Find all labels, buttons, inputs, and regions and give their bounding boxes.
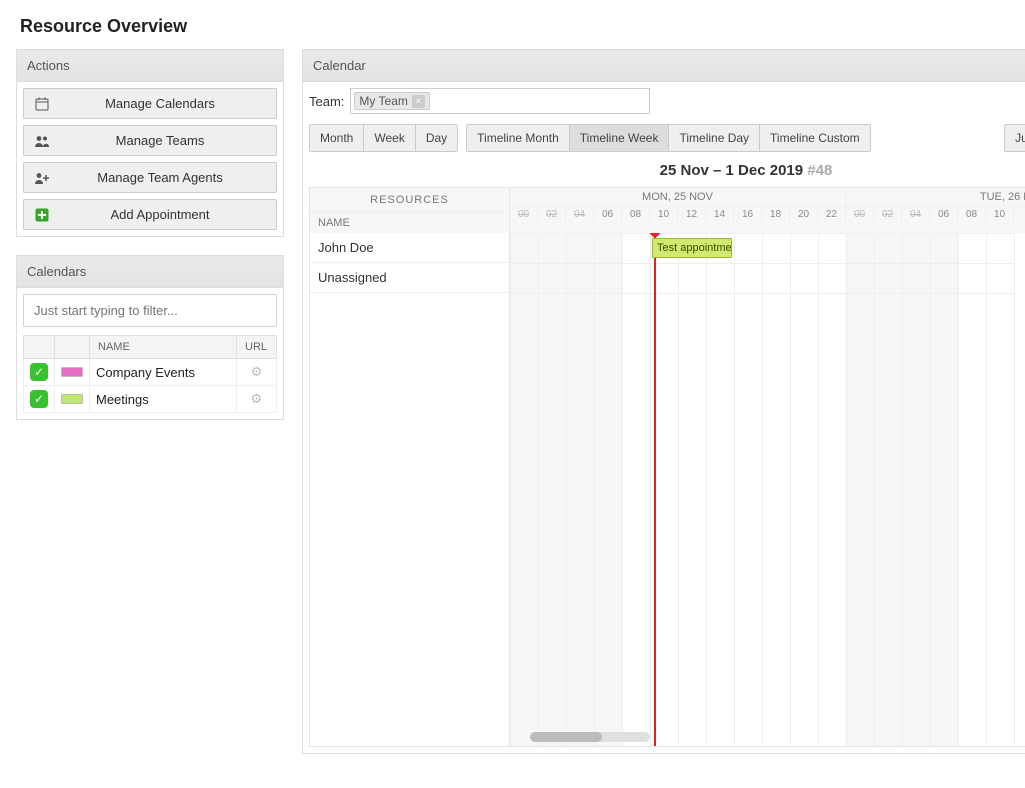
calendar-checkbox[interactable]: ✓ <box>30 363 48 381</box>
page-title: Resource Overview <box>20 16 1009 37</box>
resource-row: Unassigned <box>310 263 509 293</box>
team-tag: My Team × <box>354 92 429 110</box>
users-icon <box>32 135 52 147</box>
hour-header: 22 <box>818 207 846 222</box>
calendar-name: Company Events <box>90 359 237 386</box>
calendar-color-icon <box>61 367 83 377</box>
appointment-event[interactable]: Test appointment <box>652 238 732 258</box>
view-month[interactable]: Month <box>310 125 364 151</box>
calendars-panel: Calendars NAME URL ✓ Company Events⚙ <box>16 255 284 420</box>
manage-team-agents-button[interactable]: Manage Team Agents <box>23 162 277 193</box>
remove-team-icon[interactable]: × <box>412 95 425 108</box>
calendars-header: Calendars <box>17 256 283 288</box>
day-header: TUE, 26 NOV <box>846 188 1025 206</box>
hour-header: 12 <box>678 207 706 222</box>
calendar-header: Calendar <box>303 50 1025 82</box>
action-label: Manage Calendars <box>52 96 268 111</box>
resources-col-header: RESOURCES <box>310 188 509 213</box>
gear-icon[interactable]: ⚙ <box>237 386 277 413</box>
now-indicator <box>654 233 656 747</box>
calendar-row: ✓ Company Events⚙ <box>24 359 277 386</box>
calendar-row: ✓ Meetings⚙ <box>24 386 277 413</box>
plus-icon <box>32 208 52 222</box>
calendar-icon <box>32 97 52 111</box>
team-label: Team: <box>309 94 344 109</box>
calendar-name: Meetings <box>90 386 237 413</box>
calendar-color-icon <box>61 394 83 404</box>
view-timeline-day[interactable]: Timeline Day <box>669 125 760 151</box>
add-appointment-button[interactable]: Add Appointment <box>23 199 277 230</box>
view-timeline-week[interactable]: Timeline Week <box>570 125 670 151</box>
calendar-filter-input[interactable] <box>23 294 277 327</box>
action-label: Manage Team Agents <box>52 170 268 185</box>
view-timeline-month[interactable]: Timeline Month <box>467 125 570 151</box>
view-day[interactable]: Day <box>416 125 457 151</box>
hour-header: 08 <box>622 207 650 222</box>
week-number: #48 <box>807 162 832 179</box>
action-label: Add Appointment <box>52 207 268 222</box>
hour-header: 06 <box>594 207 622 222</box>
hour-header: 18 <box>762 207 790 222</box>
hour-header: 02 <box>538 207 566 222</box>
calendar-panel: Calendar Team: My Team × MonthWeekDay Ti… <box>302 49 1025 754</box>
hour-header: 14 <box>706 207 734 222</box>
jump-button[interactable]: Jump <box>1005 125 1025 151</box>
hour-header: 16 <box>734 207 762 222</box>
date-range: 25 Nov – 1 Dec 2019 #48 <box>303 158 1025 187</box>
view-week[interactable]: Week <box>364 125 415 151</box>
hour-header: 00 <box>510 207 538 222</box>
team-tag-label: My Team <box>359 94 407 108</box>
hour-header: 10 <box>986 207 1014 222</box>
timeline-grid[interactable]: Test appointment <box>510 233 1025 747</box>
timeline: RESOURCES NAME MON, 25 NOVTUE, 26 NOV 00… <box>309 187 1025 747</box>
hour-header: 04 <box>902 207 930 222</box>
actions-header: Actions <box>17 50 283 82</box>
resource-row: John Doe <box>310 233 509 263</box>
manage-calendars-button[interactable]: Manage Calendars <box>23 88 277 119</box>
col-url: URL <box>237 336 277 359</box>
user-plus-icon <box>32 172 52 184</box>
day-header: MON, 25 NOV <box>510 188 846 206</box>
hour-header: 04 <box>566 207 594 222</box>
hour-header: 00 <box>846 207 874 222</box>
horizontal-scrollbar[interactable] <box>530 732 650 742</box>
hour-header: 08 <box>958 207 986 222</box>
gear-icon[interactable]: ⚙ <box>237 359 277 386</box>
hour-header: 06 <box>930 207 958 222</box>
team-select[interactable]: My Team × <box>350 88 650 114</box>
action-label: Manage Teams <box>52 133 268 148</box>
hour-header: 02 <box>874 207 902 222</box>
view-timeline-custom[interactable]: Timeline Custom <box>760 125 870 151</box>
hour-header: 20 <box>790 207 818 222</box>
hour-header: 10 <box>650 207 678 222</box>
actions-panel: Actions Manage Calendars Manage Teams <box>16 49 284 237</box>
calendar-checkbox[interactable]: ✓ <box>30 390 48 408</box>
name-col-header: NAME <box>310 213 509 233</box>
col-name: NAME <box>90 336 237 359</box>
manage-teams-button[interactable]: Manage Teams <box>23 125 277 156</box>
